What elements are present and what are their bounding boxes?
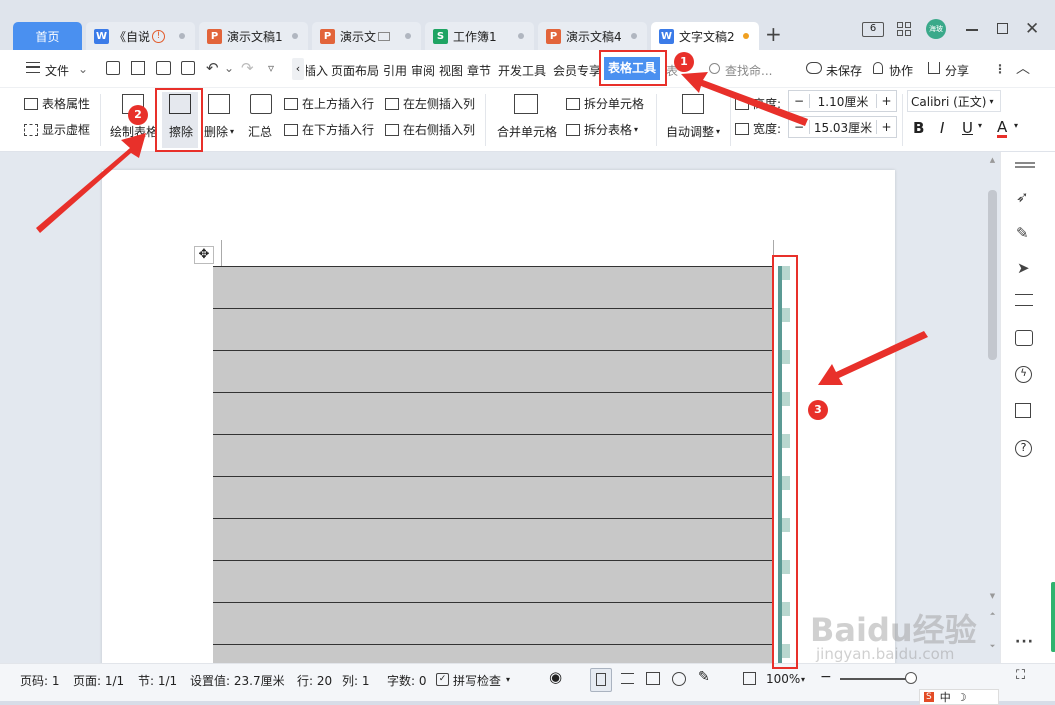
arrow-to-border (818, 331, 928, 385)
arrow-to-table-tools (681, 72, 808, 126)
arrow-to-erase (36, 133, 146, 233)
annotation-arrows (36, 72, 928, 385)
